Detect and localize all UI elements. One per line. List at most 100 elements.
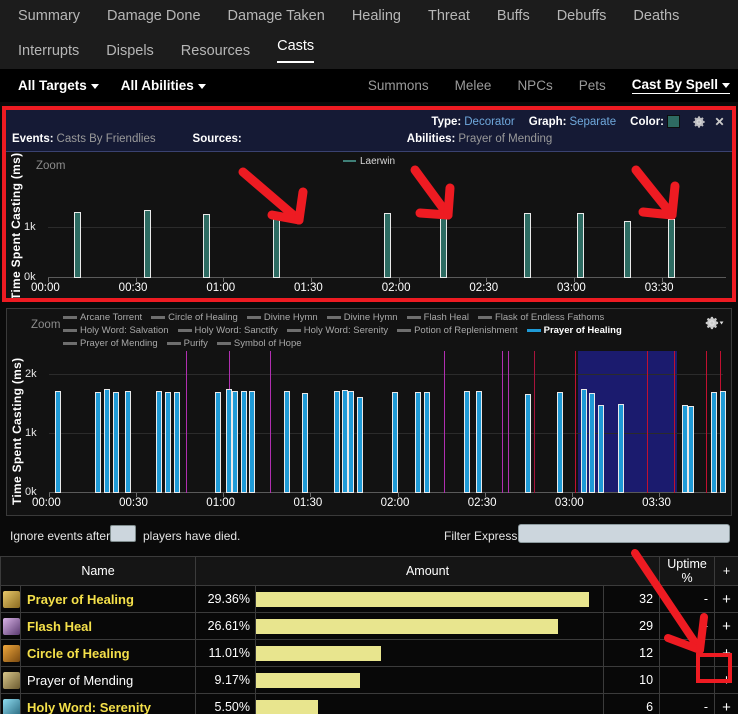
expand-row-button[interactable]: + (714, 666, 738, 694)
legend-item-flask-of-endless-fathoms[interactable]: Flask of Endless Fathoms (477, 311, 604, 324)
chart-bar[interactable] (524, 212, 532, 278)
expand-row-button[interactable]: + (714, 693, 738, 714)
chart-bar[interactable] (112, 391, 119, 493)
column-header-amount[interactable]: Amount (194, 556, 661, 586)
chart-bar[interactable] (214, 391, 221, 493)
filter-expression-input[interactable] (518, 524, 730, 543)
chart-bar[interactable] (439, 213, 447, 278)
chart-bar[interactable] (711, 392, 718, 493)
chart-bar[interactable] (423, 392, 430, 493)
nav-item-debuffs[interactable]: Debuffs (557, 9, 607, 24)
nav-item-interrupts[interactable]: Interrupts (18, 44, 79, 59)
expand-row-button[interactable]: + (714, 639, 738, 667)
chart-bar[interactable] (273, 214, 281, 278)
chart-2[interactable]: Time Spent Casting (ms) Zoom 0k 1k 2k 00:00… (7, 319, 731, 515)
column-header-add[interactable]: + (714, 556, 738, 586)
cast-by-spell-dropdown[interactable]: Cast By Spell (631, 77, 730, 94)
legend-item-prayer-of-healing[interactable]: Prayer of Healing (526, 324, 622, 337)
legend-item-circle-of-healing[interactable]: Circle of Healing (151, 311, 238, 324)
spell-name-cell[interactable]: Circle of Healing (20, 639, 196, 667)
legend-item-holy-word-serenity[interactable]: Holy Word: Serenity (286, 324, 388, 337)
nav-item-dispels[interactable]: Dispels (106, 44, 154, 59)
legend-item-divine-hymn[interactable]: Divine Hymn (326, 311, 398, 324)
chart-bar[interactable] (95, 392, 102, 493)
spell-name-cell[interactable]: Prayer of Healing (20, 585, 196, 613)
toolbar-all-targets-dropdown[interactable]: All Targets (18, 78, 99, 93)
chart-bar[interactable] (74, 212, 82, 278)
chart-bar[interactable] (348, 391, 355, 493)
nav-item-threat[interactable]: Threat (428, 9, 470, 24)
toolbar-tab-npcs[interactable]: NPCs (517, 78, 552, 93)
legend-item-arcane-torrent[interactable]: Arcane Torrent (63, 311, 142, 324)
legend-item-divine-hymn[interactable]: Divine Hymn (246, 311, 318, 324)
spell-name-cell[interactable]: Holy Word: Serenity (20, 693, 196, 714)
table-row[interactable]: Flash Heal 26.61% 29- + (0, 612, 738, 640)
chart-1[interactable]: Time Spent Casting (ms) Zoom Laerwin 0k 1… (6, 152, 732, 300)
nav-item-damage-taken[interactable]: Damage Taken (228, 9, 325, 24)
chart-1-plot-area[interactable] (48, 178, 726, 282)
chart-2-plot-area[interactable] (49, 351, 727, 497)
abilities-value[interactable]: Prayer of Mending (458, 133, 552, 145)
legend-item-flash-heal[interactable]: Flash Heal (406, 311, 469, 324)
chart-bar[interactable] (464, 391, 471, 493)
chart-bar[interactable] (240, 391, 247, 493)
column-header-name[interactable]: Name (0, 556, 196, 586)
toolbar-all-abilities-dropdown[interactable]: All Abilities (121, 78, 206, 93)
chart-bar[interactable] (525, 393, 532, 493)
chart-bar[interactable] (589, 393, 596, 493)
nav-item-summary[interactable]: Summary (18, 9, 80, 24)
chart-bar[interactable] (598, 405, 605, 493)
close-icon[interactable] (713, 115, 726, 128)
expand-row-button[interactable]: + (714, 612, 738, 640)
graph-value[interactable]: Separate (569, 116, 616, 128)
gear-icon[interactable] (692, 115, 706, 129)
chart-bar[interactable] (232, 391, 239, 493)
spell-name-cell[interactable]: Flash Heal (20, 612, 196, 640)
nav-item-casts[interactable]: Casts (277, 39, 315, 63)
legend-label-laerwin[interactable]: Laerwin (360, 156, 395, 167)
chart-bar[interactable] (124, 391, 131, 493)
chart-bar[interactable] (54, 391, 61, 493)
legend-item-potion-of-replenishment[interactable]: Potion of Replenishment (397, 324, 518, 337)
chart-bar[interactable] (384, 212, 392, 278)
chart-bar[interactable] (173, 391, 180, 493)
chart-bar[interactable] (476, 391, 483, 493)
chart-bar[interactable] (667, 219, 675, 278)
chart-bar[interactable] (618, 404, 625, 493)
toolbar-tab-summons[interactable]: Summons (368, 78, 429, 93)
column-header-uptime[interactable]: Uptime % (659, 556, 716, 586)
gear-icon[interactable] (705, 315, 725, 331)
nav-item-deaths[interactable]: Deaths (633, 9, 679, 24)
table-row[interactable]: Circle of Healing 11.01% 12- + (0, 639, 738, 667)
table-row[interactable]: Holy Word: Serenity 5.50% 6- + (0, 693, 738, 714)
chart-bar[interactable] (623, 220, 631, 278)
chart-bar[interactable] (165, 391, 172, 493)
chart-bar[interactable] (284, 391, 291, 493)
chart-2-zoom-control[interactable]: Zoom (31, 319, 60, 331)
chart-bar[interactable] (557, 392, 564, 493)
chart-bar[interactable] (580, 389, 587, 493)
nav-item-resources[interactable]: Resources (181, 44, 250, 59)
chart-bar[interactable] (391, 392, 398, 493)
chart-bar[interactable] (104, 388, 111, 493)
table-row[interactable]: Prayer of Mending 9.17% 10- + (0, 666, 738, 694)
chart-bar[interactable] (415, 392, 422, 493)
nav-item-healing[interactable]: Healing (352, 9, 401, 24)
chart-bar[interactable] (333, 391, 340, 493)
toolbar-tab-melee[interactable]: Melee (455, 78, 492, 93)
toolbar-tab-pets[interactable]: Pets (579, 78, 606, 93)
ignore-events-input[interactable] (110, 525, 136, 542)
chart-bar[interactable] (356, 396, 363, 493)
events-value[interactable]: Casts By Friendlies (57, 133, 179, 145)
chart-bar[interactable] (249, 391, 256, 493)
chart-bar[interactable] (301, 393, 308, 493)
table-row[interactable]: Prayer of Healing 29.36% 32- + (0, 585, 738, 613)
chart-bar[interactable] (720, 391, 727, 493)
nav-item-damage-done[interactable]: Damage Done (107, 9, 201, 24)
chart-bar[interactable] (202, 213, 210, 278)
chart-bar[interactable] (688, 406, 695, 493)
type-value[interactable]: Decorator (464, 116, 515, 128)
chart-bar[interactable] (576, 212, 584, 278)
chart-bar[interactable] (156, 391, 163, 493)
color-swatch[interactable] (667, 115, 680, 128)
